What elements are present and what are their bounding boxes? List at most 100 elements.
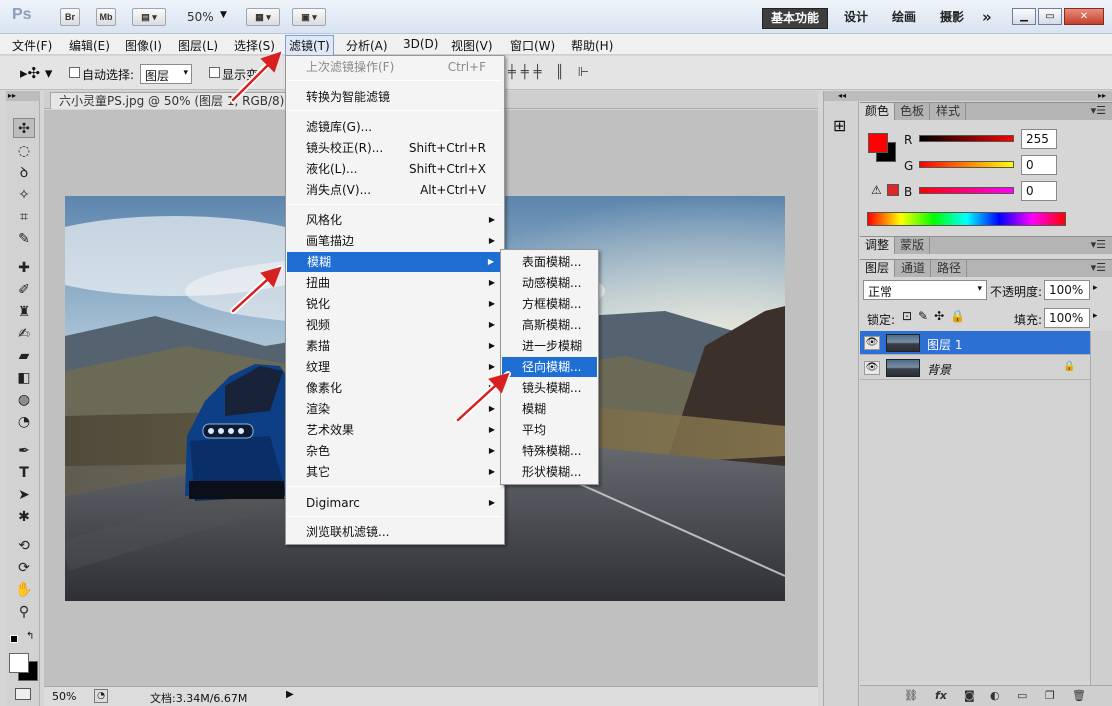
menu-image[interactable]: 图像(I)	[125, 37, 162, 54]
menu-analysis[interactable]: 分析(A)	[346, 37, 388, 54]
show-transform-checkbox[interactable]	[209, 67, 220, 78]
menu-item-texture[interactable]: 纹理 ▶	[286, 357, 504, 377]
submenu-shape-blur[interactable]: 形状模糊...	[501, 462, 598, 482]
view-extras-button[interactable]: ▤ ▾	[132, 8, 166, 26]
menu-item-render[interactable]: 渲染 ▶	[286, 399, 504, 419]
new-layer-icon[interactable]: ❐	[1045, 689, 1055, 702]
menu-item-pixelate[interactable]: 像素化 ▶	[286, 378, 504, 398]
menu-filter[interactable]: 滤镜(T)	[285, 35, 334, 56]
lock-icons[interactable]: ⊡✎✣🔒	[902, 309, 971, 323]
tab-masks[interactable]: 蒙版	[895, 237, 931, 254]
menu-3d[interactable]: 3D(D)	[403, 37, 438, 51]
menu-item-browse-filters-online[interactable]: 浏览联机滤镜...	[286, 522, 504, 542]
arrange-documents-button[interactable]: ▦ ▾	[246, 8, 280, 26]
3d-rotate-tool-icon[interactable]: ⟲	[13, 536, 35, 556]
gamut-warning-icon[interactable]: ⚠	[871, 183, 882, 197]
submenu-average[interactable]: 平均	[501, 420, 598, 440]
submenu-blur-more[interactable]: 进一步模糊	[501, 336, 598, 356]
layer-name[interactable]: 图层 1	[927, 336, 962, 353]
crop-tool-icon[interactable]: ⌗	[13, 207, 35, 227]
menu-select[interactable]: 选择(S)	[234, 37, 275, 54]
menu-item-vanishing-point[interactable]: 消失点(V)... Alt+Ctrl+V	[286, 180, 504, 200]
close-button[interactable]: ✕	[1064, 8, 1104, 25]
menu-item-stylize[interactable]: 风格化 ▶	[286, 210, 504, 230]
maximize-button[interactable]: ▭	[1038, 8, 1062, 25]
color-ramp[interactable]	[867, 212, 1066, 226]
g-slider[interactable]	[919, 161, 1014, 168]
tab-swatches[interactable]: 色板	[895, 103, 931, 120]
add-mask-icon[interactable]: ◙	[964, 689, 975, 702]
quick-mask-icon[interactable]	[15, 688, 31, 700]
new-group-icon[interactable]: ▭	[1017, 689, 1027, 702]
tab-color[interactable]: 颜色	[860, 103, 896, 120]
path-selection-tool-icon[interactable]: ➤	[13, 485, 35, 505]
gradient-tool-icon[interactable]: ◧	[13, 368, 35, 388]
menu-item-filter-gallery[interactable]: 滤镜库(G)...	[286, 117, 504, 137]
b-slider[interactable]	[919, 187, 1014, 194]
marquee-tool-icon[interactable]: ◌	[13, 141, 35, 161]
workspace-photography[interactable]: 摄影	[932, 8, 972, 29]
menu-item-brush-strokes[interactable]: 画笔描边 ▶	[286, 231, 504, 251]
tab-layers[interactable]: 图层	[860, 260, 896, 277]
panel-menu-icon[interactable]: ▾☰	[1091, 104, 1106, 117]
blur-tool-icon[interactable]: ◍	[13, 390, 35, 410]
healing-brush-tool-icon[interactable]: ✚	[13, 258, 35, 278]
status-info-icon[interactable]: ◔	[94, 689, 108, 703]
menu-item-lens-correction[interactable]: 镜头校正(R)... Shift+Ctrl+R	[286, 138, 504, 158]
history-brush-tool-icon[interactable]: ✍	[13, 324, 35, 344]
r-value-field[interactable]: 255	[1021, 129, 1057, 149]
eye-icon[interactable]: 👁	[864, 361, 880, 375]
panel-menu-icon[interactable]: ▾☰	[1091, 238, 1106, 251]
menu-item-last-filter[interactable]: 上次滤镜操作(F) Ctrl+F	[286, 57, 504, 77]
menu-item-digimarc[interactable]: Digimarc ▶	[286, 493, 504, 513]
menu-item-sharpen[interactable]: 锐化 ▶	[286, 294, 504, 314]
menu-item-noise[interactable]: 杂色 ▶	[286, 441, 504, 461]
mini-bridge-button[interactable]: Mb	[96, 8, 116, 26]
submenu-gaussian-blur[interactable]: 高斯模糊...	[501, 315, 598, 335]
move-tool-icon[interactable]: ✣	[13, 118, 35, 138]
brush-tool-icon[interactable]: ✐	[13, 280, 35, 300]
zoom-level[interactable]: 50%	[187, 10, 214, 24]
menu-item-distort[interactable]: 扭曲 ▶	[286, 273, 504, 293]
status-zoom[interactable]: 50%	[52, 690, 76, 703]
menu-item-convert-smart-filter[interactable]: 转换为智能滤镜	[286, 87, 504, 107]
b-value-field[interactable]: 0	[1021, 181, 1057, 201]
eye-icon[interactable]: 👁	[864, 336, 880, 350]
opacity-arrow-icon[interactable]: ▸	[1093, 283, 1098, 293]
auto-select-dropdown[interactable]: 图层 ▾	[140, 64, 192, 84]
adjustment-layer-icon[interactable]: ◐	[990, 689, 1000, 702]
link-layers-icon[interactable]: ⛓	[904, 689, 918, 702]
menu-item-other[interactable]: 其它 ▶	[286, 462, 504, 482]
submenu-blur[interactable]: 模糊	[501, 399, 598, 419]
status-menu-arrow-icon[interactable]: ▶	[286, 689, 294, 700]
submenu-box-blur[interactable]: 方框模糊...	[501, 294, 598, 314]
menu-edit[interactable]: 编辑(E)	[69, 37, 110, 54]
toolbox-collapse-icon[interactable]: ▸▸	[6, 91, 40, 101]
menu-item-sketch[interactable]: 素描 ▶	[286, 336, 504, 356]
layers-scrollbar[interactable]	[1090, 331, 1112, 685]
default-colors-icon[interactable]	[10, 635, 18, 643]
quick-selection-tool-icon[interactable]: ✧	[13, 185, 35, 205]
menu-file[interactable]: 文件(F)	[12, 37, 52, 54]
submenu-radial-blur[interactable]: 径向模糊...	[502, 357, 597, 377]
eyedropper-tool-icon[interactable]: ✎	[13, 229, 35, 249]
menu-item-video[interactable]: 视频 ▶	[286, 315, 504, 335]
pen-tool-icon[interactable]: ✒	[13, 441, 35, 461]
fx-icon[interactable]: fx	[935, 689, 947, 702]
submenu-surface-blur[interactable]: 表面模糊...	[501, 252, 598, 272]
menu-help[interactable]: 帮助(H)	[571, 37, 613, 54]
tab-channels[interactable]: 通道	[896, 260, 932, 277]
shape-tool-icon[interactable]: ✱	[13, 507, 35, 527]
zoom-tool-icon[interactable]: ⚲	[13, 602, 35, 622]
workspace-essentials[interactable]: 基本功能	[762, 8, 829, 29]
move-tool-preset-icon[interactable]: ▸✣ ▾	[20, 64, 52, 82]
r-slider[interactable]	[919, 135, 1014, 142]
blend-mode-dropdown[interactable]: 正常 ▾	[863, 280, 987, 300]
lasso-tool-icon[interactable]: ꝺ	[13, 163, 35, 183]
clone-stamp-tool-icon[interactable]: ♜	[13, 302, 35, 322]
menu-item-liquify[interactable]: 液化(L)... Shift+Ctrl+X	[286, 159, 504, 179]
type-tool-icon[interactable]: T	[13, 463, 35, 483]
menu-window[interactable]: 窗口(W)	[510, 37, 555, 54]
delete-layer-icon[interactable]: 🗑	[1072, 689, 1086, 702]
fill-field[interactable]: 100%	[1044, 308, 1090, 328]
